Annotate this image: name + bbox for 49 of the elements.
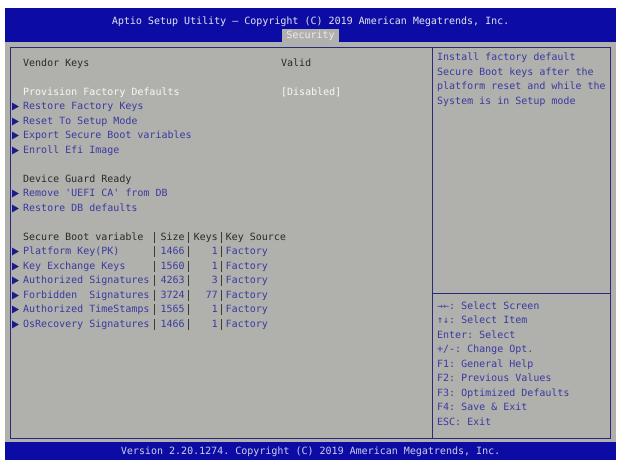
key-hint: F1: General Help bbox=[437, 358, 534, 372]
submenu-item[interactable]: Reset To Setup Mode bbox=[23, 116, 281, 127]
key-hint: F4: Save & Exit bbox=[437, 401, 528, 415]
key-hint: +/-: Change Opt. bbox=[437, 343, 534, 357]
table-cell: 1 bbox=[188, 304, 222, 316]
table-cell: 1560 bbox=[155, 260, 189, 272]
table-cell-text: Factory bbox=[224, 246, 269, 258]
table-cell: 4263 bbox=[155, 275, 189, 286]
table-cell[interactable]: OsRecovery Signatures bbox=[23, 318, 156, 330]
table-cell-text: Factory bbox=[224, 290, 269, 301]
help-text: Install factory default Secure Boot keys after the platform reset and while the System is in Setup mode bbox=[437, 51, 606, 108]
setting-value: Valid bbox=[281, 58, 312, 69]
setting-label: Vendor Keys bbox=[23, 58, 90, 69]
key-hint: Enter: Select bbox=[437, 328, 516, 342]
table-cell[interactable]: Platform Key(PK) bbox=[23, 246, 156, 258]
table-cell: 1 bbox=[188, 318, 222, 330]
column-header: Secure Boot variable bbox=[23, 232, 156, 243]
key-hint: ↑↓: Select Item bbox=[437, 314, 528, 328]
table-cell: 3 bbox=[188, 275, 222, 286]
key-hint: F2: Previous Values bbox=[437, 372, 552, 386]
table-cell: 1 bbox=[188, 246, 222, 258]
table-cell-text: Factory bbox=[224, 318, 269, 330]
key-hint: F3: Optimized Defaults bbox=[437, 386, 570, 400]
column-header: Size bbox=[155, 232, 189, 243]
column-header: Key Source bbox=[224, 232, 287, 243]
key-hint: →←: Select Screen bbox=[437, 300, 540, 314]
submenu-item[interactable]: Restore DB defaults bbox=[23, 202, 281, 214]
submenu-item[interactable]: Restore Factory Keys bbox=[23, 101, 281, 112]
key-hint: ESC: Exit bbox=[437, 416, 492, 430]
submenu-item[interactable]: Remove 'UEFI CA' from DB bbox=[23, 188, 281, 200]
table-cell: 1466 bbox=[155, 318, 189, 330]
table-cell: 77 bbox=[188, 290, 222, 301]
table-cell: 3724 bbox=[155, 290, 189, 301]
version-text: Version 2.20.1274. Copyright (C) 2019 American Megatrends, Inc. bbox=[120, 446, 500, 456]
submenu-item[interactable]: Enroll Efi Image bbox=[23, 144, 281, 156]
table-cell[interactable]: Authorized TimeStamps bbox=[23, 304, 156, 316]
table-cell-text: Factory bbox=[224, 304, 269, 316]
setting-label: Device Guard Ready bbox=[23, 174, 132, 185]
window-title: Aptio Setup Utility – Copyright (C) 2019 American Megatrends, Inc. bbox=[112, 16, 510, 27]
submenu-item[interactable]: Export Secure Boot variables bbox=[23, 130, 281, 142]
table-cell-text: Factory bbox=[224, 260, 269, 272]
table-cell: 1565 bbox=[155, 304, 189, 316]
table-cell[interactable]: Authorized Signatures bbox=[23, 275, 156, 286]
table-cell: 1466 bbox=[155, 246, 189, 258]
table-cell: 1 bbox=[188, 260, 222, 272]
table-cell[interactable]: Forbidden Signatures bbox=[23, 290, 156, 301]
table-cell[interactable]: Key Exchange Keys bbox=[23, 260, 156, 272]
column-header: Keys bbox=[188, 232, 222, 243]
table-cell-text: Factory bbox=[224, 275, 269, 286]
